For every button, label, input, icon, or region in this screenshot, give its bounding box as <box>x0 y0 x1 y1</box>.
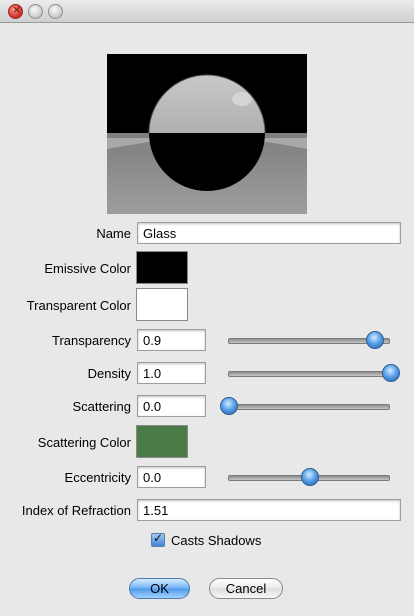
transparency-field[interactable]: 0.9 <box>137 329 206 351</box>
casts-shadows-label: Casts Shadows <box>171 532 262 548</box>
transparency-label: Transparency <box>52 333 131 348</box>
scattering-field[interactable]: 0.0 <box>137 395 206 417</box>
emissive-color-swatch[interactable] <box>136 251 188 284</box>
eccentricity-slider[interactable] <box>228 468 390 486</box>
transparency-slider-knob[interactable] <box>365 331 384 349</box>
material-preview-image <box>107 54 307 214</box>
eccentricity-label: Eccentricity <box>64 470 131 485</box>
transparent-color-label: Transparent Color <box>26 298 131 313</box>
transparency-slider[interactable] <box>228 331 390 349</box>
density-label: Density <box>87 366 131 381</box>
transparent-color-swatch[interactable] <box>136 288 188 321</box>
zoom-window-button[interactable] <box>48 4 63 19</box>
casts-shadows-checkbox[interactable] <box>151 531 165 547</box>
eccentricity-field[interactable]: 0.0 <box>137 466 206 488</box>
minimize-window-button[interactable] <box>28 4 43 19</box>
index-of-refraction-label: Index of Refraction <box>21 503 131 518</box>
name-field[interactable]: Glass <box>137 222 401 244</box>
density-slider-track <box>228 371 390 377</box>
scattering-slider-knob[interactable] <box>220 397 238 415</box>
ok-button[interactable]: OK <box>129 578 190 599</box>
preview-render-graphic <box>107 54 307 214</box>
scattering-color-swatch[interactable] <box>136 425 188 458</box>
name-label: Name <box>96 226 131 241</box>
scattering-slider-track <box>228 404 390 410</box>
emissive-color-label: Emissive Color <box>44 261 131 276</box>
scattering-slider[interactable] <box>220 397 390 415</box>
density-slider-knob[interactable] <box>382 364 400 382</box>
eccentricity-slider-knob[interactable] <box>301 468 319 486</box>
window-titlebar <box>0 0 414 23</box>
casts-shadows-option[interactable]: Casts Shadows <box>151 531 261 549</box>
cancel-button[interactable]: Cancel <box>209 578 283 599</box>
density-field[interactable]: 1.0 <box>137 362 206 384</box>
close-window-button[interactable] <box>8 3 23 19</box>
scattering-label: Scattering <box>72 399 131 414</box>
density-slider[interactable] <box>228 364 400 382</box>
index-of-refraction-field[interactable]: 1.51 <box>137 499 401 521</box>
scattering-color-label: Scattering Color <box>37 435 131 450</box>
